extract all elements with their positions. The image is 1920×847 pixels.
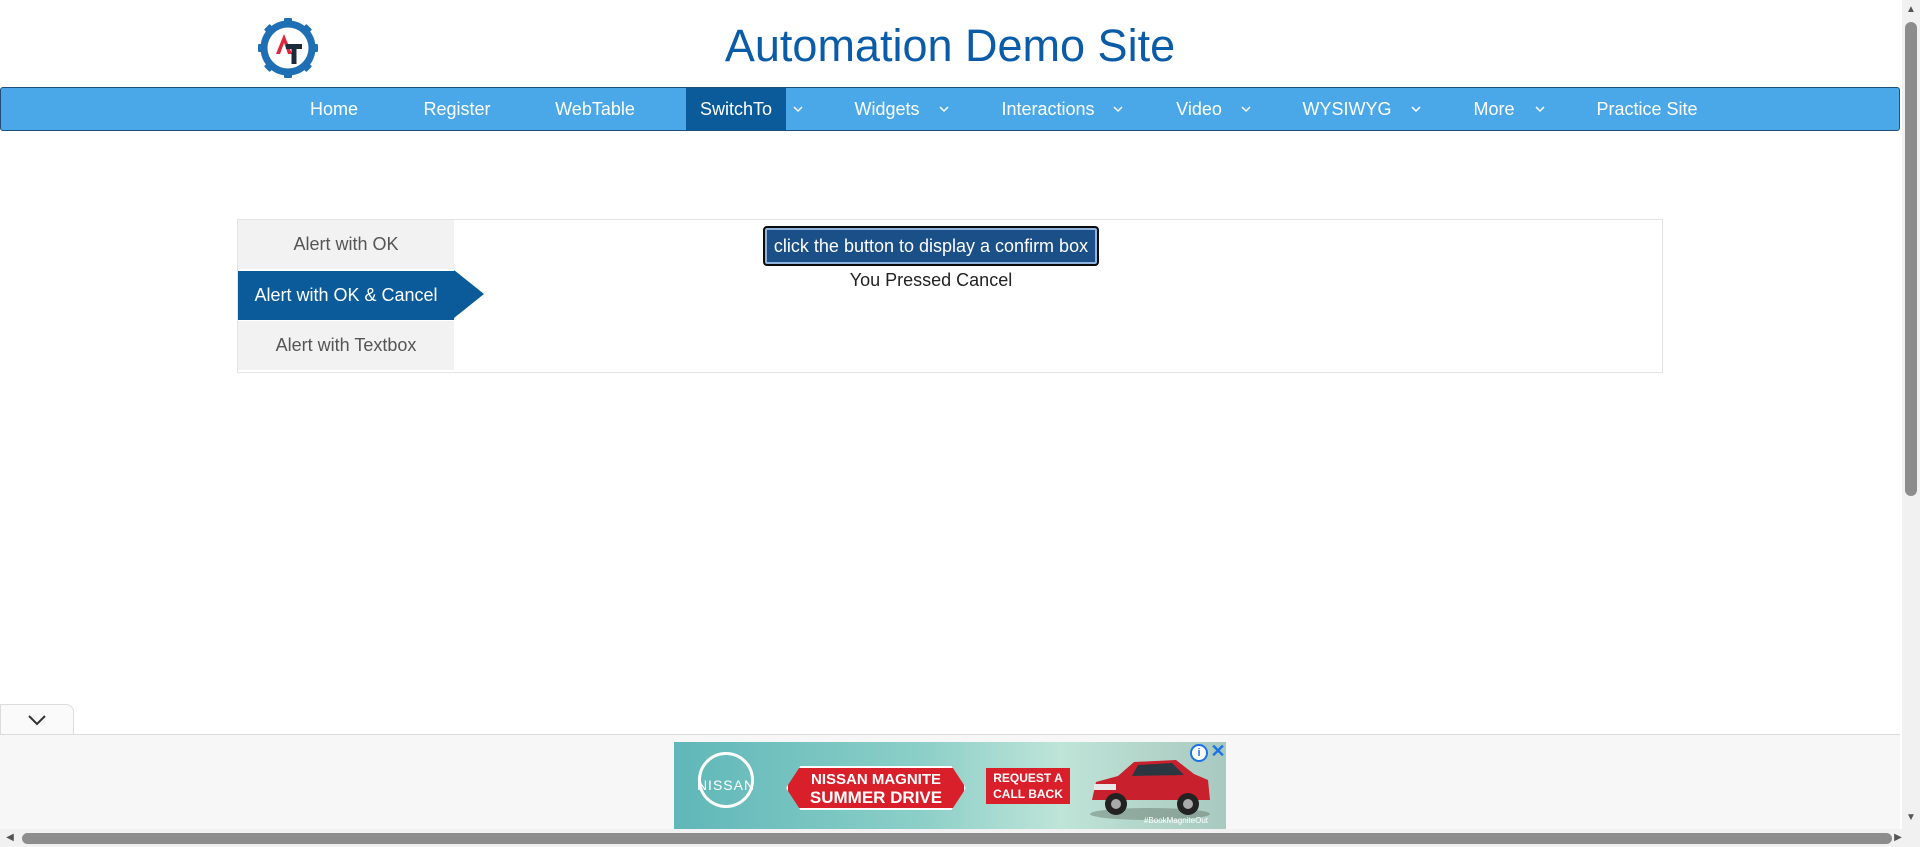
chevron-down-icon[interactable] bbox=[787, 88, 809, 130]
vertical-scroll-thumb[interactable] bbox=[1905, 22, 1917, 496]
confirm-box-button[interactable]: click the button to display a confirm bo… bbox=[763, 226, 1099, 266]
tab-alert-with-ok[interactable]: Alert with OK bbox=[238, 220, 454, 269]
chevron-down-icon[interactable] bbox=[1107, 88, 1129, 130]
main-navbar: Home Register WebTable SwitchTo Widgets … bbox=[0, 87, 1900, 131]
nav-widgets[interactable]: Widgets bbox=[843, 88, 931, 130]
nav-home[interactable]: Home bbox=[295, 88, 373, 130]
ad-promo-line1: NISSAN MAGNITE bbox=[810, 771, 941, 788]
ad-promo-badge: NISSAN MAGNITE SUMMER DRIVE bbox=[786, 766, 966, 810]
nav-interactions[interactable]: Interactions bbox=[991, 88, 1105, 130]
chevron-down-icon[interactable] bbox=[1235, 88, 1257, 130]
chevron-down-icon[interactable] bbox=[1529, 88, 1551, 130]
nav-more[interactable]: More bbox=[1463, 88, 1525, 130]
nav-video[interactable]: Video bbox=[1165, 88, 1233, 130]
ad-collapse-toggle[interactable] bbox=[0, 704, 74, 735]
close-icon[interactable]: ✕ bbox=[1210, 742, 1226, 760]
nav-register[interactable]: Register bbox=[410, 88, 504, 130]
horizontal-scroll-thumb[interactable] bbox=[22, 833, 1892, 844]
scroll-right-icon[interactable]: ▶ bbox=[1892, 832, 1904, 844]
page-title: Automation Demo Site bbox=[724, 20, 1176, 71]
active-tab-arrow bbox=[454, 270, 484, 318]
chevron-down-icon bbox=[28, 715, 46, 726]
ad-banner[interactable]: NISSAN NISSAN MAGNITE SUMMER DRIVE REQUE… bbox=[674, 742, 1226, 829]
nav-switchto[interactable]: SwitchTo bbox=[686, 88, 786, 130]
nav-webtable[interactable]: WebTable bbox=[541, 88, 649, 130]
ad-promo-line2: SUMMER DRIVE bbox=[809, 788, 943, 807]
scroll-left-icon[interactable]: ◀ bbox=[4, 832, 16, 844]
nissan-logo: NISSAN bbox=[696, 777, 756, 793]
chevron-down-icon[interactable] bbox=[1405, 88, 1427, 130]
tab-alert-with-textbox[interactable]: Alert with Textbox bbox=[238, 321, 454, 370]
scroll-down-icon[interactable]: ▼ bbox=[1905, 812, 1917, 824]
confirm-result-text: You Pressed Cancel bbox=[849, 270, 1013, 290]
info-icon[interactable]: i bbox=[1190, 744, 1208, 762]
scroll-up-icon[interactable]: ▲ bbox=[1905, 4, 1917, 16]
tab-alert-with-ok-cancel[interactable]: Alert with OK & Cancel bbox=[238, 271, 454, 320]
nav-wysiwyg[interactable]: WYSIWYG bbox=[1297, 88, 1397, 130]
ad-hashtag: #BookMagniteOut bbox=[1143, 816, 1208, 825]
ad-cta-button[interactable]: REQUEST A CALL BACK bbox=[986, 768, 1070, 804]
nav-practice-site[interactable]: Practice Site bbox=[1587, 88, 1707, 130]
chevron-down-icon[interactable] bbox=[933, 88, 955, 130]
